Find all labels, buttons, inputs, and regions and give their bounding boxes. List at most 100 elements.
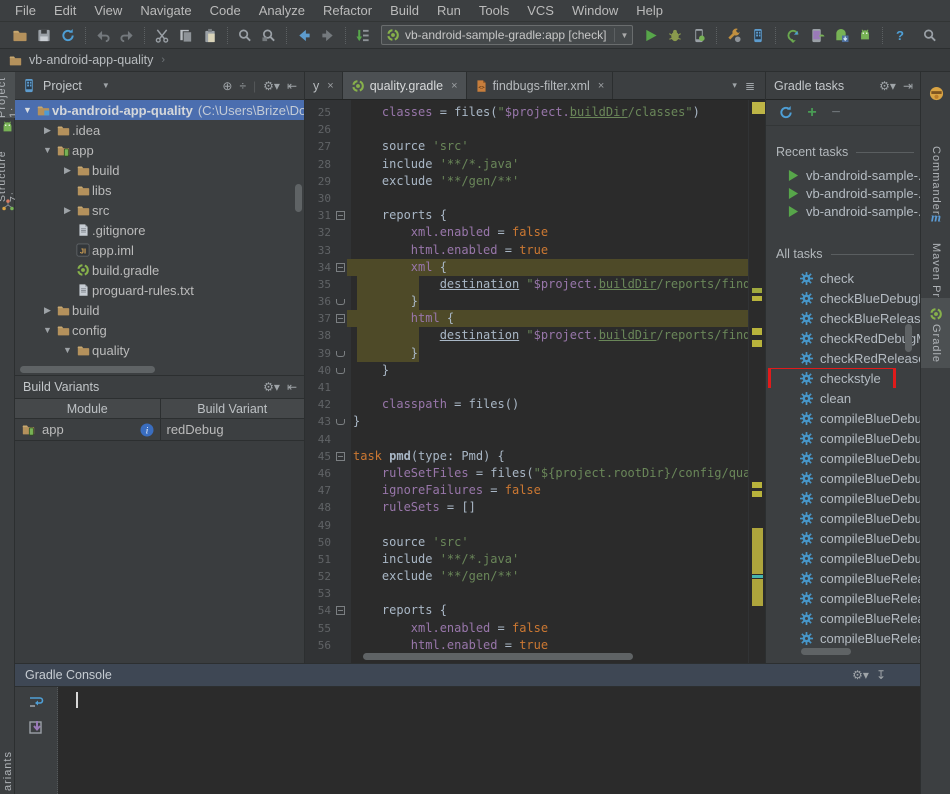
tree-item-src[interactable]: ▶src [15, 200, 304, 220]
code-line[interactable]: 27 source 'src' [305, 138, 765, 155]
breadcrumb-item[interactable]: vb-android-app-quality [29, 53, 153, 67]
code-line[interactable]: 50 source 'src' [305, 534, 765, 551]
collapse-all-icon[interactable]: ÷ [239, 79, 246, 93]
close-icon[interactable]: × [598, 80, 604, 92]
lines-icon[interactable] [351, 24, 375, 46]
code-line[interactable]: 26 [305, 121, 765, 138]
menu-item-edit[interactable]: Edit [45, 1, 85, 20]
stripe-mark[interactable] [752, 528, 763, 574]
menu-item-help[interactable]: Help [627, 1, 672, 20]
tree-expand-arrow[interactable]: ▶ [41, 305, 54, 316]
recent-task-row[interactable]: vb-android-sample-... [766, 166, 920, 184]
hide-panel-icon[interactable]: ⇥ [903, 79, 913, 93]
task-row-compilebluedebu[interactable]: compileBlueDebu [766, 528, 920, 548]
code-line[interactable]: 49 [305, 517, 765, 534]
tree-expand-arrow[interactable]: ▶ [61, 165, 74, 176]
error-stripe[interactable] [748, 100, 765, 663]
code-line[interactable]: 48 ruleSets = [] [305, 499, 765, 516]
code-line[interactable]: 29 exclude '**/gen/**' [305, 173, 765, 190]
tree-item-app[interactable]: ▼app [15, 140, 304, 160]
stripe-mark[interactable] [752, 482, 762, 488]
tree-item-quality[interactable]: ▼quality [15, 340, 304, 360]
menu-item-file[interactable]: File [6, 1, 45, 20]
tree-item-app-iml[interactable]: JIapp.iml [15, 240, 304, 260]
fold-marker[interactable] [335, 362, 347, 379]
menu-item-code[interactable]: Code [201, 1, 250, 20]
code-line[interactable]: 33 html.enabled = true [305, 242, 765, 259]
stripe-mark[interactable] [752, 102, 765, 114]
code-line[interactable]: 38 destination "$project.buildDir/report… [305, 327, 765, 344]
code-line[interactable]: 39 } [305, 345, 765, 362]
tree-expand-arrow[interactable]: ▶ [41, 125, 54, 136]
tree-expand-arrow[interactable]: ▼ [41, 325, 54, 335]
undo-icon[interactable] [91, 24, 115, 46]
menu-item-analyze[interactable]: Analyze [250, 1, 314, 20]
code-line[interactable]: 37 html { [305, 310, 765, 327]
commander-icon[interactable] [921, 86, 950, 101]
save-icon[interactable] [32, 24, 56, 46]
task-row-compilebluedebu[interactable]: compileBlueDebu [766, 488, 920, 508]
info-icon[interactable]: i [140, 423, 154, 437]
tree-item-vb-android-app-quality[interactable]: ▼vb-android-app-quality(C:\Users\Brize\D… [15, 100, 304, 120]
redo-icon[interactable] [115, 24, 139, 46]
debug-icon[interactable] [663, 24, 687, 46]
task-row-compilebluerelea[interactable]: compileBlueRelea [766, 568, 920, 588]
horizontal-scrollbar[interactable] [801, 648, 851, 655]
task-row-checkbluerelease[interactable]: checkBlueRelease [766, 308, 920, 328]
menu-item-tools[interactable]: Tools [470, 1, 518, 20]
fold-marker[interactable] [335, 207, 347, 224]
hide-panel-icon[interactable]: ↧ [876, 668, 886, 682]
code-line[interactable]: 46 ruleSetFiles = files("${project.rootD… [305, 465, 765, 482]
tree-expand-arrow[interactable]: ▼ [21, 105, 34, 115]
help-icon[interactable]: ? [888, 24, 912, 46]
task-row-compilebluedebu[interactable]: compileBlueDebu [766, 448, 920, 468]
tree-expand-arrow[interactable]: ▼ [41, 145, 54, 155]
android-icon[interactable] [0, 120, 15, 134]
task-row-checkbluedebugm[interactable]: checkBlueDebugM [766, 288, 920, 308]
task-row-checkredreleasem[interactable]: checkRedReleaseM [766, 348, 920, 368]
search-icon[interactable] [233, 24, 257, 46]
task-row-clean[interactable]: clean [766, 388, 920, 408]
code-line[interactable]: 25 classes = files("$project.buildDir/cl… [305, 104, 765, 121]
code-line[interactable]: 34 xml { [305, 259, 765, 276]
fold-marker[interactable] [335, 293, 347, 310]
menu-item-navigate[interactable]: Navigate [131, 1, 200, 20]
tab-findbugs-filter-xml[interactable]: <>findbugs-filter.xml× [467, 72, 614, 99]
horizontal-scrollbar[interactable] [20, 366, 155, 373]
close-icon[interactable]: × [451, 80, 457, 92]
code-line[interactable]: 54 reports { [305, 602, 765, 619]
hide-panel-icon[interactable]: ⇤ [287, 79, 297, 93]
fold-marker[interactable] [335, 345, 347, 362]
fold-marker[interactable] [335, 413, 347, 430]
tool-button-build-variants[interactable]: ariants [0, 748, 15, 794]
task-row-compilebluedebu[interactable]: compileBlueDebu [766, 468, 920, 488]
code-line[interactable]: 44 [305, 431, 765, 448]
gear-icon[interactable]: ⚙▾ [263, 380, 280, 394]
refresh-icon[interactable] [774, 102, 798, 124]
task-row-compilebluedebu[interactable]: compileBlueDebu [766, 428, 920, 448]
table-row[interactable]: app i redDebug [15, 419, 304, 441]
device-monitor-icon[interactable] [805, 24, 829, 46]
maven-icon[interactable]: m [921, 210, 950, 224]
stripe-mark[interactable] [752, 491, 762, 497]
task-row-compilebluerelea[interactable]: compileBlueRelea [766, 628, 920, 648]
stripe-mark[interactable] [752, 328, 762, 335]
replace-icon[interactable] [257, 24, 281, 46]
wrench-icon[interactable] [722, 24, 746, 46]
tree-item-libs[interactable]: libs [15, 180, 304, 200]
task-row-compilebluedebu[interactable]: compileBlueDebu [766, 508, 920, 528]
vertical-scrollbar[interactable] [295, 184, 302, 212]
fold-marker[interactable] [335, 310, 347, 327]
add-icon[interactable]: + [802, 104, 822, 122]
gradle-sync-icon[interactable] [781, 24, 805, 46]
hide-panel-icon[interactable]: ⇤ [287, 380, 297, 394]
recent-task-row[interactable]: vb-android-sample-... [766, 184, 920, 202]
code-line[interactable]: 41 [305, 379, 765, 396]
tree-item-build-gradle[interactable]: build.gradle [15, 260, 304, 280]
code-line[interactable]: 45task pmd(type: Pmd) { [305, 448, 765, 465]
menu-item-build[interactable]: Build [381, 1, 428, 20]
task-row-check[interactable]: check [766, 268, 920, 288]
code-line[interactable]: 52 exclude '**/gen/**' [305, 568, 765, 585]
code-line[interactable]: 30 [305, 190, 765, 207]
task-row-compilebluerelea[interactable]: compileBlueRelea [766, 588, 920, 608]
